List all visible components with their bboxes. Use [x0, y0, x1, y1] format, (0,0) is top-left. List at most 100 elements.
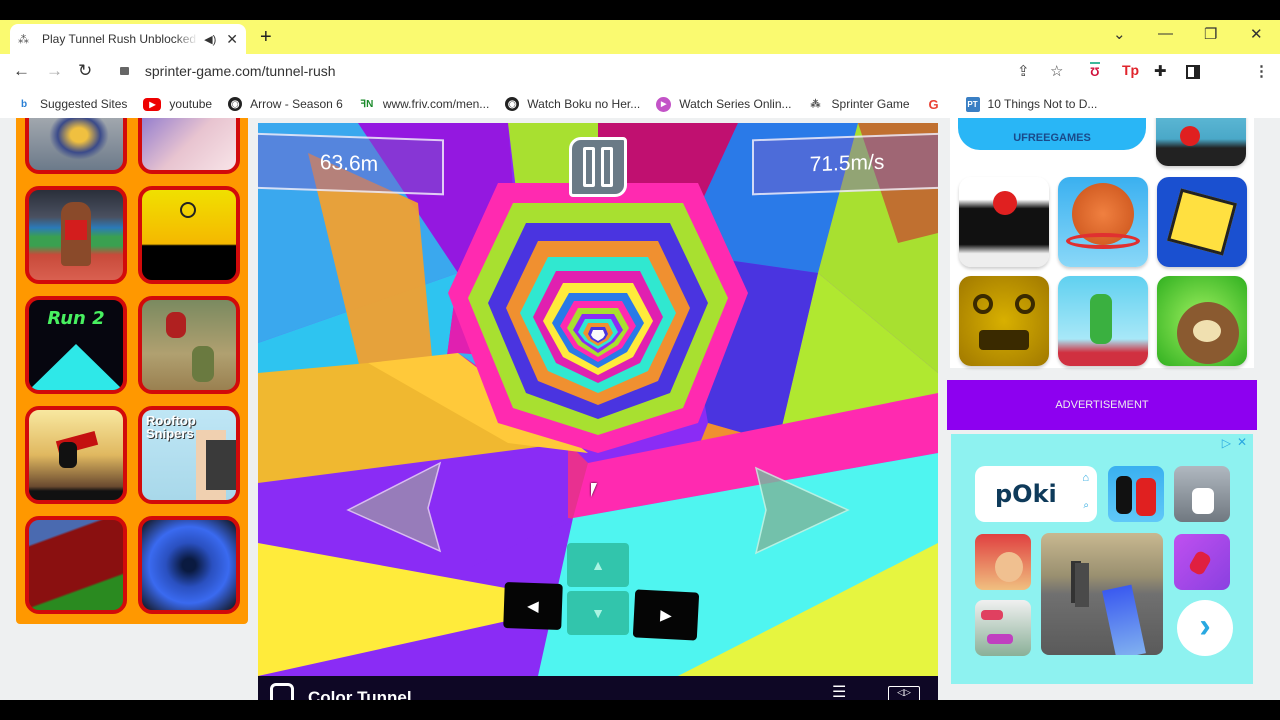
- address-toolbar: ← → ↻ sprinter-game.com/tunnel-rush ⇪ ☆ …: [0, 54, 1280, 90]
- poki-logo: pOki: [995, 480, 1057, 508]
- ad-game-shooter[interactable]: [1041, 533, 1163, 655]
- web-page: Run 2 Rooftop Snipers 63.6m 71.5m/s ▲ ▼ …: [0, 118, 1280, 700]
- ad-choices-icon[interactable]: ▷: [1222, 436, 1231, 450]
- pt-icon: PT: [965, 96, 980, 112]
- minimize-button[interactable]: —: [1158, 25, 1173, 42]
- bookmarks-bar: b Suggested Sites ▶ youtube ◉ Arrow - Seaso…: [0, 90, 1280, 118]
- browser-tab[interactable]: ⁂ Play Tunnel Rush Unblocked ◀) ✕: [10, 24, 246, 54]
- globe-icon: ◉: [505, 97, 520, 111]
- advertisement-label: ADVERTISEMENT: [947, 380, 1257, 430]
- poki-logo-card[interactable]: pOki ⌂ ⌕: [975, 466, 1097, 522]
- new-tab-button[interactable]: +: [260, 26, 272, 49]
- bookmark-watch-series[interactable]: ▶ Watch Series Onlin...: [656, 96, 792, 112]
- ufreegames-button[interactable]: UFREEGAMES: [958, 118, 1146, 150]
- tab-search-icon[interactable]: ⌄: [1113, 25, 1126, 43]
- speed-value: 71.5m/s: [809, 150, 885, 177]
- mouse-cursor: [591, 483, 597, 497]
- game-canvas[interactable]: 63.6m 71.5m/s ▲ ▼ ◀ ▶: [258, 123, 938, 676]
- game-thumb-ninja-fight[interactable]: [138, 296, 240, 394]
- site-logo-icon: [270, 683, 294, 700]
- home-icon: ⌂: [1082, 472, 1089, 484]
- screen: ⁂ Play Tunnel Rush Unblocked ◀) ✕ + ⌄ — …: [0, 0, 1280, 720]
- game-thumb-sprinter[interactable]: [25, 186, 127, 284]
- advertisement-text: ADVERTISEMENT: [1055, 399, 1149, 411]
- game-thumb-robot[interactable]: [25, 118, 127, 174]
- star-icon[interactable]: ☆: [1050, 62, 1063, 80]
- menu-icon[interactable]: ⋮: [1254, 62, 1269, 80]
- title-bar: ⁂ Play Tunnel Rush Unblocked ◀) ✕ + ⌄ — …: [0, 20, 1280, 54]
- search-icon: ⌕: [1083, 500, 1089, 511]
- related-games-panel: Run 2 Rooftop Snipers: [16, 118, 248, 624]
- distance-display: 63.6m: [258, 132, 444, 196]
- pause-icon: [583, 147, 595, 187]
- game-tile-helix-jump[interactable]: [959, 177, 1049, 267]
- globe-icon: ◉: [228, 97, 243, 111]
- game-tile-basketball[interactable]: [1058, 177, 1148, 267]
- ad-next-button[interactable]: ›: [1177, 600, 1233, 656]
- forward-button[interactable]: →: [46, 61, 63, 81]
- youtube-icon: ▶: [143, 97, 162, 111]
- game-thumb-mouse[interactable]: [138, 118, 240, 174]
- reload-button[interactable]: ↻: [78, 61, 92, 81]
- bookmark-youtube[interactable]: ▶ youtube: [143, 97, 212, 111]
- play-icon: ▶: [656, 96, 672, 112]
- poki-ad[interactable]: ▷ ✕ pOki ⌂ ⌕ ›: [951, 434, 1253, 684]
- up-key-button[interactable]: ▲: [567, 543, 629, 587]
- game-tile-geometry-dash[interactable]: [1157, 177, 1247, 267]
- ad-game-stickman[interactable]: [1108, 466, 1164, 522]
- right-key-button[interactable]: ▶: [632, 589, 700, 641]
- game-title: Color Tunnel: [308, 688, 412, 700]
- back-button[interactable]: ←: [13, 61, 30, 81]
- game-thumb-tunnel[interactable]: [138, 516, 240, 614]
- game-thumb-rooftop-snipers[interactable]: Rooftop Snipers: [138, 406, 240, 504]
- share-icon[interactable]: ⇪: [1017, 62, 1030, 80]
- bookmark-arrow[interactable]: ◉ Arrow - Season 6: [228, 97, 343, 111]
- bing-icon: b: [20, 98, 28, 110]
- bookmark-google[interactable]: G: [926, 96, 950, 112]
- restore-button[interactable]: ❐: [1204, 25, 1217, 43]
- fullscreen-icon[interactable]: ◁▷: [888, 686, 920, 700]
- bookmark-10-things[interactable]: PT 10 Things Not to D...: [965, 96, 1097, 112]
- taskbar-edge: [0, 700, 1280, 720]
- close-window-button[interactable]: ✕: [1250, 25, 1263, 43]
- ad-game-stickman-hook[interactable]: [1174, 534, 1230, 590]
- menu-icon[interactable]: ☰: [832, 682, 846, 700]
- speaker-icon[interactable]: ◀): [204, 33, 216, 46]
- lock-icon: [120, 67, 129, 75]
- game-footer-bar: Color Tunnel ☰ ◁▷: [258, 676, 938, 700]
- game-tile-temple-run[interactable]: [959, 276, 1049, 366]
- left-key-button[interactable]: ◀: [503, 582, 563, 630]
- ad-game-cars[interactable]: [975, 600, 1031, 656]
- pause-button[interactable]: [569, 137, 627, 197]
- game-tile-table-tennis[interactable]: [1156, 118, 1246, 166]
- close-tab-icon[interactable]: ✕: [226, 31, 238, 48]
- sprinter-icon: ⁂: [18, 33, 29, 46]
- game-thumb-track-race[interactable]: [25, 516, 127, 614]
- bookmark-suggested-sites[interactable]: b Suggested Sites: [16, 96, 127, 112]
- more-games-panel: UFREEGAMES: [950, 118, 1254, 368]
- ad-game-subway[interactable]: [975, 534, 1031, 590]
- bookmark-sprinter[interactable]: ⁂ Sprinter Game: [808, 96, 910, 112]
- mcafee-icon[interactable]: Ʊ: [1090, 62, 1100, 79]
- game-thumb-stickman[interactable]: [138, 186, 240, 284]
- google-icon: G: [928, 96, 939, 112]
- side-panel-icon[interactable]: [1186, 65, 1200, 79]
- ad-close-icon[interactable]: ✕: [1237, 435, 1247, 449]
- game-thumb-run2[interactable]: Run 2: [25, 296, 127, 394]
- tab-title: Play Tunnel Rush Unblocked: [42, 32, 197, 46]
- sprinter-icon: ⁂: [810, 98, 821, 110]
- tp-icon[interactable]: Tp: [1122, 62, 1139, 78]
- game-tile-teddy-bear[interactable]: [1157, 276, 1247, 366]
- extensions-icon[interactable]: ✚: [1154, 62, 1167, 80]
- url-text: sprinter-game.com/tunnel-rush: [144, 63, 336, 79]
- ad-game-moto[interactable]: [1174, 466, 1230, 522]
- game-tile-archer[interactable]: [1058, 276, 1148, 366]
- address-bar[interactable]: sprinter-game.com/tunnel-rush: [120, 63, 336, 79]
- pause-icon-bar: [601, 147, 613, 187]
- down-key-button[interactable]: ▼: [567, 591, 629, 635]
- distance-value: 63.6m: [319, 150, 379, 177]
- speed-display: 71.5m/s: [752, 132, 938, 196]
- game-thumb-ninja-jump[interactable]: [25, 406, 127, 504]
- bookmark-boku[interactable]: ◉ Watch Boku no Her...: [505, 97, 640, 111]
- bookmark-friv[interactable]: ꟻN www.friv.com/men...: [359, 96, 489, 112]
